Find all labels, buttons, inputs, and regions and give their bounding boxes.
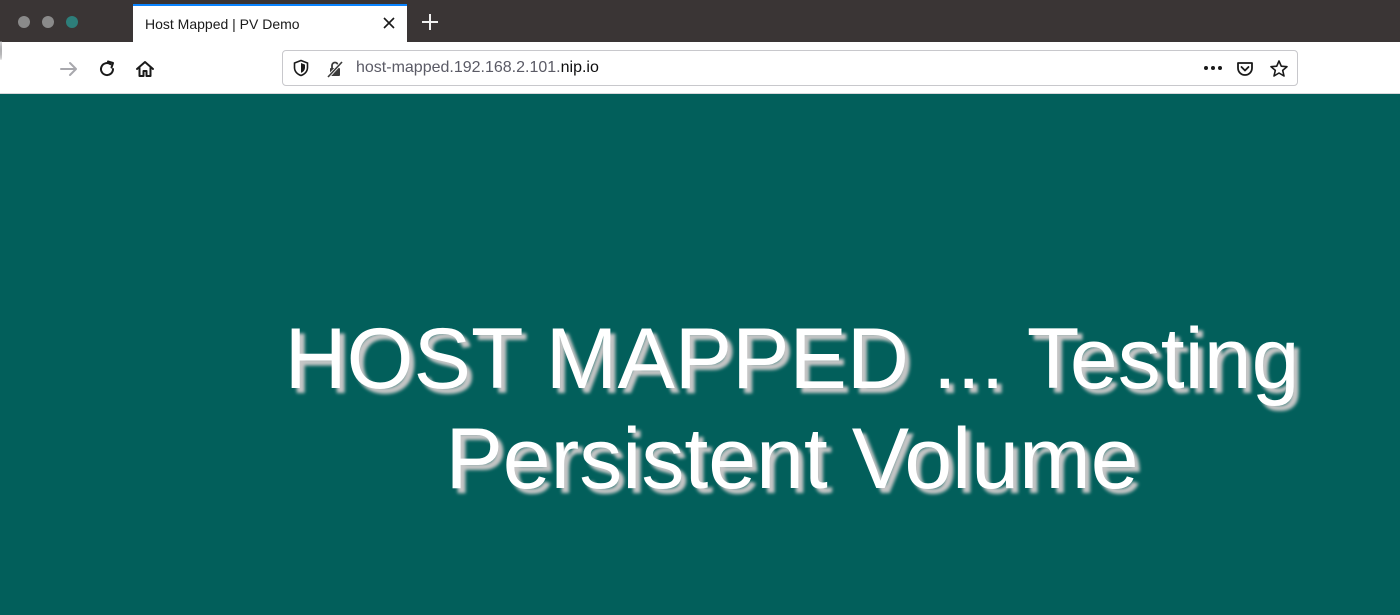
nav-toolbar: host-mapped.192.168.2.101.nip.io: [0, 41, 1400, 94]
arrow-right-icon: [60, 62, 77, 76]
tab-active[interactable]: Host Mapped | PV Demo: [133, 4, 407, 42]
insecure-lock-icon[interactable]: [325, 59, 345, 84]
url-text[interactable]: host-mapped.192.168.2.101.nip.io: [356, 59, 599, 77]
more-icon[interactable]: [1203, 61, 1223, 80]
page-content: HOST MAPPED ... Testing Persistent Volum…: [0, 94, 1400, 615]
browser-window: Host Mapped | PV Demo host-mapped.192.16…: [0, 0, 1400, 615]
plus-icon[interactable]: [420, 12, 440, 32]
page-heading: HOST MAPPED ... Testing Persistent Volum…: [192, 309, 1392, 509]
tab-strip: Host Mapped | PV Demo: [0, 0, 1400, 42]
url-domain: nip.io: [560, 59, 599, 76]
forward-button[interactable]: [52, 52, 86, 86]
minimize-window-button[interactable]: [42, 16, 54, 28]
heading-line-1: HOST MAPPED ... Testing: [284, 311, 1300, 407]
url-prefix: host-mapped.192.168.2.101.: [356, 59, 561, 76]
pocket-icon[interactable]: [1235, 59, 1255, 84]
back-button[interactable]: [0, 41, 709, 76]
home-button[interactable]: [128, 52, 162, 86]
star-icon[interactable]: [1269, 59, 1289, 84]
home-icon: [136, 61, 154, 77]
close-icon[interactable]: [381, 15, 397, 31]
heading-line-2: Persistent Volume: [445, 411, 1139, 507]
shield-icon[interactable]: [292, 59, 310, 82]
address-bar[interactable]: host-mapped.192.168.2.101.nip.io: [282, 50, 1298, 86]
tab-title: Host Mapped | PV Demo: [145, 16, 300, 32]
zoom-window-button[interactable]: [66, 16, 78, 28]
reload-icon: [100, 60, 115, 77]
close-window-button[interactable]: [18, 16, 30, 28]
reload-button[interactable]: [90, 52, 124, 86]
